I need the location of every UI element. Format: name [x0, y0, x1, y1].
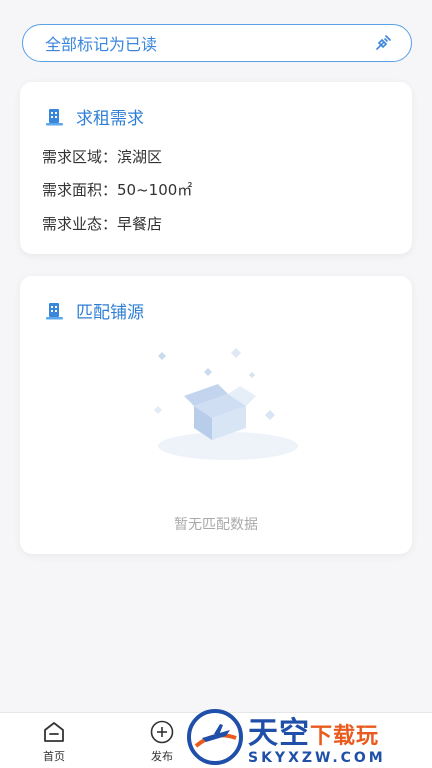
- mark-all-read-button[interactable]: 全部标记为已读: [22, 24, 412, 62]
- watermark-cn-main: 天空: [248, 716, 310, 751]
- airplane-logo-icon: [186, 708, 244, 766]
- field-size: 需求面积： 50~100㎡: [42, 179, 192, 200]
- match-card-title: 匹配铺源: [76, 303, 144, 323]
- mark-all-read-label: 全部标记为已读: [45, 35, 158, 54]
- empty-state-text: 暂无匹配数据: [174, 517, 258, 533]
- site-watermark: 天空 下载玩 SKYXZW.COM: [186, 706, 432, 768]
- requirement-card-title: 求租需求: [76, 109, 144, 129]
- field-business-value: 早餐店: [117, 215, 163, 233]
- match-card: 匹配铺源 暂无匹配数据: [20, 276, 412, 554]
- plus-circle-icon: [149, 719, 175, 745]
- watermark-cn: 天空 下载玩: [248, 708, 386, 752]
- field-area-value: 滨湖区: [117, 148, 163, 166]
- broom-icon: [373, 33, 393, 53]
- building-icon: [44, 300, 66, 322]
- building-icon: [44, 106, 66, 128]
- watermark-cn-sub: 下载玩: [310, 724, 380, 749]
- field-area-key: 需求区域：: [42, 148, 118, 166]
- empty-box-illustration: [148, 346, 308, 466]
- requirement-card-header: 求租需求: [44, 104, 144, 129]
- tab-publish-label: 发布: [151, 750, 173, 763]
- field-business-key: 需求业态：: [42, 215, 118, 233]
- tab-home-label: 首页: [43, 750, 65, 763]
- field-business: 需求业态： 早餐店: [42, 213, 162, 234]
- requirement-card: 求租需求 需求区域： 滨湖区 需求面积： 50~100㎡ 需求业态： 早餐店: [20, 82, 412, 254]
- field-size-value: 50~100㎡: [117, 181, 193, 199]
- watermark-en: SKYXZW.COM: [248, 750, 386, 766]
- field-size-key: 需求面积：: [42, 181, 118, 199]
- page: 全部标记为已读 求租需求 需求区域： 滨湖区 需求面积： 50~100㎡ 需求业…: [0, 0, 432, 768]
- field-area: 需求区域： 滨湖区: [42, 146, 162, 167]
- match-card-header: 匹配铺源: [44, 298, 144, 323]
- watermark-text: 天空 下载玩 SKYXZW.COM: [248, 708, 386, 766]
- tab-publish[interactable]: 发布: [132, 719, 192, 767]
- home-icon: [41, 719, 67, 745]
- tab-home[interactable]: 首页: [24, 719, 84, 767]
